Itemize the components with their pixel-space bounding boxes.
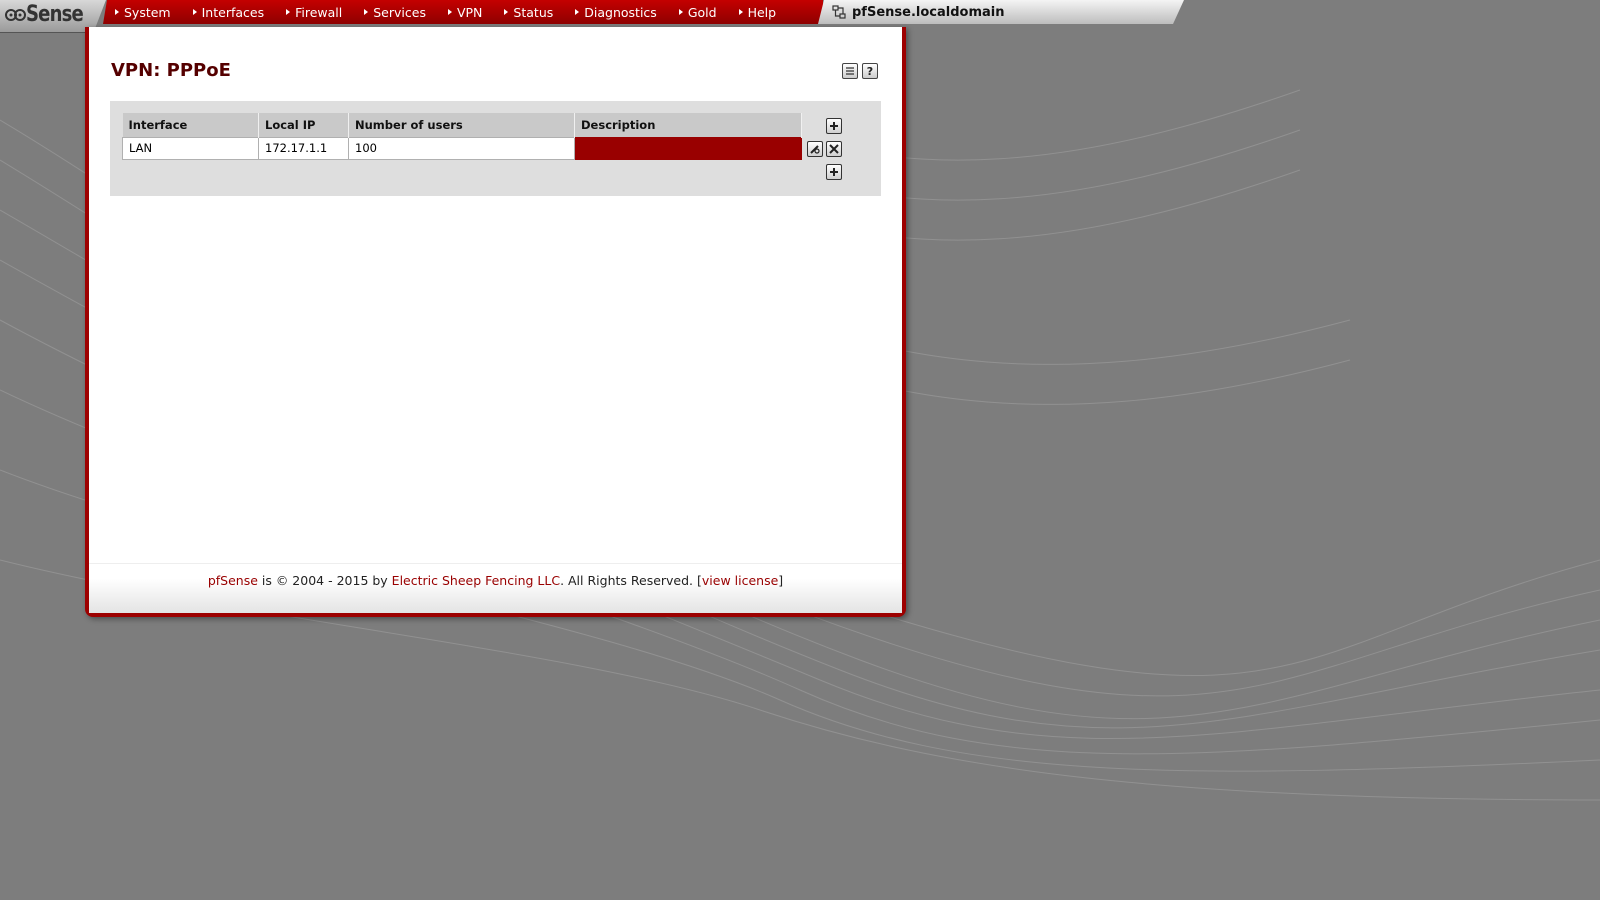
help-icon[interactable]: ? xyxy=(862,63,878,79)
pfsense-logo-mark-icon xyxy=(5,9,26,21)
cell-description xyxy=(574,136,802,160)
menu-system[interactable]: System xyxy=(115,5,171,20)
menu-arrow-icon xyxy=(678,9,683,15)
add-icon[interactable] xyxy=(826,164,842,180)
edit-pencil-icon xyxy=(810,145,820,154)
menu-arrow-icon xyxy=(504,9,509,15)
table-header-row: Interface Local IP Number of users Descr… xyxy=(122,113,802,137)
log-icon[interactable] xyxy=(842,63,858,79)
menu-label: Help xyxy=(747,4,777,20)
menu-status[interactable]: Status xyxy=(504,5,553,20)
column-header-interface: Interface xyxy=(122,113,259,137)
menu-arrow-icon xyxy=(192,9,197,15)
column-header-description: Description xyxy=(574,113,802,137)
menu-arrow-icon xyxy=(364,9,369,15)
plus-glyph-icon xyxy=(830,168,838,176)
logo-text: Sense xyxy=(26,2,84,27)
menu-label: Services xyxy=(373,4,426,20)
menu-help[interactable]: Help xyxy=(738,4,777,20)
menu-label: VPN xyxy=(456,4,483,20)
menu-label: Status xyxy=(513,4,554,20)
menu-label: Diagnostics xyxy=(584,4,657,20)
plus-glyph-icon xyxy=(830,122,838,130)
view-license-link[interactable]: view license xyxy=(702,573,778,588)
menu-label: Interfaces xyxy=(201,4,265,20)
edit-icon[interactable] xyxy=(807,141,823,157)
menu-firewall[interactable]: Firewall xyxy=(286,5,342,20)
pfsense-link[interactable]: pfSense xyxy=(208,573,258,588)
log-lines-icon xyxy=(846,67,854,75)
main-content-panel: VPN: PPPoE ? Interface Local IP Number o… xyxy=(85,27,906,617)
footer: pfSense is © 2004 - 2015 by Electric She… xyxy=(89,563,902,613)
hostname-bar: pfSense.localdomain xyxy=(818,0,1184,24)
column-header-number-of-users: Number of users xyxy=(348,113,575,137)
menu-label: Gold xyxy=(687,4,717,20)
menu-services[interactable]: Services xyxy=(364,5,426,20)
company-link[interactable]: Electric Sheep Fencing LLC xyxy=(392,573,560,588)
pppoe-table: Interface Local IP Number of users Descr… xyxy=(122,113,802,160)
menu-label: Firewall xyxy=(295,4,343,20)
main-menu: System Interfaces Firewall Services VPN … xyxy=(103,0,823,24)
title-actions: ? xyxy=(842,63,878,79)
menu-gold[interactable]: Gold xyxy=(678,4,717,20)
footer-text: . All Rights Reserved. [ xyxy=(560,573,702,588)
page-title: VPN: PPPoE xyxy=(111,60,231,81)
network-host-icon xyxy=(832,5,846,19)
menu-label: System xyxy=(124,4,171,20)
add-icon[interactable] xyxy=(826,118,842,134)
hostname-text: pfSense.localdomain xyxy=(852,4,1005,20)
menu-interfaces[interactable]: Interfaces xyxy=(192,4,265,20)
table-row[interactable]: LAN 172.17.1.1 100 xyxy=(122,136,802,160)
menu-arrow-icon xyxy=(575,9,580,15)
footer-text: ] xyxy=(778,573,784,588)
column-header-local-ip: Local IP xyxy=(258,113,349,137)
menu-arrow-icon xyxy=(738,9,743,15)
footer-text: is © 2004 - 2015 by xyxy=(257,573,392,588)
menu-diagnostics[interactable]: Diagnostics xyxy=(575,5,657,20)
pppoe-server-list: Interface Local IP Number of users Descr… xyxy=(110,101,881,196)
top-navigation-bar: Sense System Interfaces Firewall Service… xyxy=(0,0,1185,33)
menu-vpn[interactable]: VPN xyxy=(447,4,483,20)
x-glyph-icon xyxy=(829,144,839,154)
cell-interface: LAN xyxy=(122,136,259,160)
delete-icon[interactable] xyxy=(826,141,842,157)
menu-arrow-icon xyxy=(447,9,452,15)
menu-arrow-icon xyxy=(115,9,119,15)
cell-local-ip: 172.17.1.1 xyxy=(258,136,349,160)
menu-arrow-icon xyxy=(286,9,291,15)
cell-number-of-users: 100 xyxy=(348,136,575,160)
